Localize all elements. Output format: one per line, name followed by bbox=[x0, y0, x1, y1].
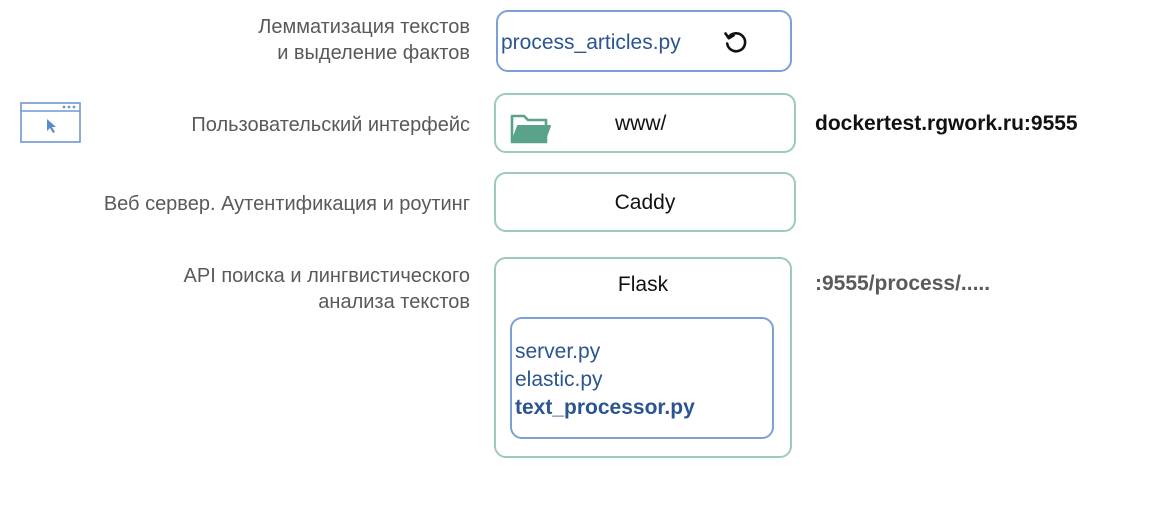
www-folder-name: www/ bbox=[615, 112, 667, 135]
lemmatization-label-line1: Лемматизация текстов bbox=[258, 16, 470, 38]
flask-box: Flask server.py elastic.py text_processo… bbox=[494, 257, 792, 458]
process-articles-box: process_articles.py bbox=[496, 10, 792, 72]
process-articles-file: process_articles.py bbox=[501, 31, 681, 54]
lemmatization-label: Лемматизация текстов и выделение фактов bbox=[258, 14, 470, 66]
file-server: server.py bbox=[515, 340, 601, 363]
webserver-label: Веб сервер. Аутентификация и роутинг bbox=[103, 193, 470, 215]
python-file-list: server.py elastic.py text_processor.py bbox=[515, 338, 695, 422]
api-label-line1: API поиска и лингвистического bbox=[183, 265, 470, 287]
api-label-line2: анализа текстов bbox=[318, 291, 470, 313]
api-route: :9555/process/..... bbox=[815, 272, 991, 295]
ui-label: Пользовательский интерфейс bbox=[191, 114, 470, 136]
caddy-box: Caddy bbox=[494, 172, 796, 232]
file-elastic: elastic.py bbox=[515, 368, 603, 391]
folder-icon bbox=[510, 112, 552, 146]
host-address: dockertest.rgwork.ru:9555 bbox=[815, 112, 1078, 135]
www-box: www/ bbox=[494, 93, 796, 153]
python-files-box: server.py elastic.py text_processor.py bbox=[510, 317, 774, 439]
lemmatization-label-line2: и выделение фактов bbox=[277, 42, 470, 64]
browser-window-icon bbox=[20, 102, 82, 144]
caddy-name: Caddy bbox=[614, 191, 676, 214]
flask-name: Flask bbox=[617, 273, 669, 296]
refresh-icon bbox=[722, 28, 750, 56]
api-label: API поиска и лингвистического анализа те… bbox=[184, 263, 470, 315]
file-text-processor: text_processor.py bbox=[515, 396, 695, 419]
